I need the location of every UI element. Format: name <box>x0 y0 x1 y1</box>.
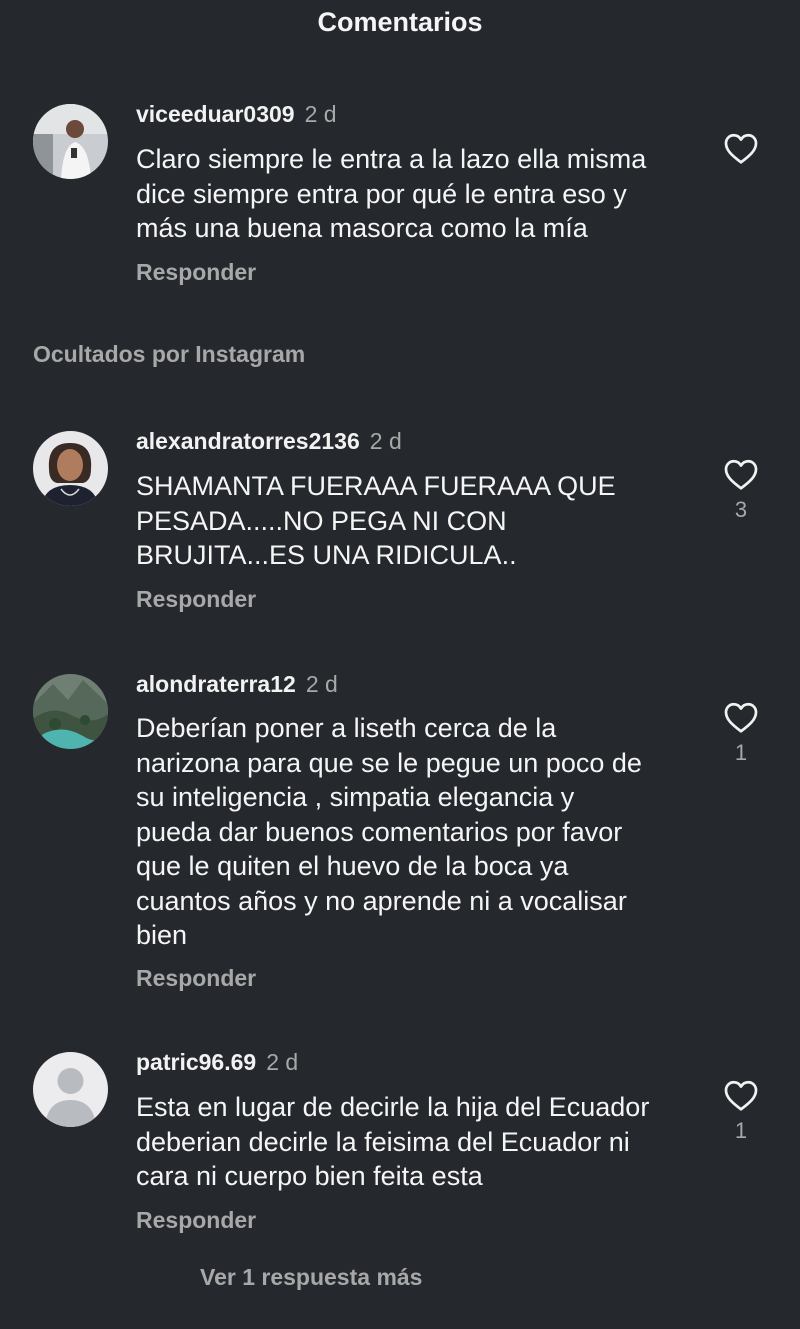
reply-button[interactable]: Responder <box>136 586 256 613</box>
comment-text: Esta en lugar de decirle la hija del Ecu… <box>136 1092 650 1191</box>
comment-text: SHAMANTA FUERAAA FUERAAA QUE PESADA.....… <box>136 471 616 570</box>
comment-timestamp: 2 d <box>304 101 337 127</box>
heart-icon <box>724 1080 758 1111</box>
like-count: 3 <box>734 497 748 522</box>
heart-icon <box>724 702 758 733</box>
like-button[interactable] <box>718 131 764 165</box>
comment-meta: patric96.69 2 d <box>136 1049 298 1076</box>
avatar[interactable] <box>33 1052 108 1127</box>
reply-button[interactable]: Responder <box>136 965 256 992</box>
hidden-comments-label: Ocultados por Instagram <box>33 341 306 367</box>
comment-meta: viceeduar0309 2 d <box>136 101 337 128</box>
comment-timestamp: 2 d <box>305 671 338 697</box>
like-button[interactable]: 3 <box>718 457 764 523</box>
like-button[interactable]: 1 <box>718 700 764 766</box>
avatar[interactable] <box>33 431 108 506</box>
avatar-photo-icon <box>33 104 108 179</box>
comments-header: Comentarios <box>0 0 800 56</box>
comments-sheet: Comentarios viceeduar0309 2 d Claro siemp… <box>0 0 800 1329</box>
default-user-icon <box>33 1052 108 1127</box>
like-count: 1 <box>734 1118 748 1143</box>
comment-timestamp: 2 d <box>266 1049 299 1075</box>
comment-username[interactable]: viceeduar0309 <box>136 101 295 127</box>
page-title: Comentarios <box>317 7 483 37</box>
heart-icon <box>724 459 758 490</box>
heart-icon <box>724 133 758 164</box>
like-button[interactable]: 1 <box>718 1078 764 1144</box>
comment-text: Deberían poner a liseth cerca de la nari… <box>136 713 642 950</box>
comment-username[interactable]: alondraterra12 <box>136 671 296 697</box>
comment-meta: alexandratorres2136 2 d <box>136 428 402 455</box>
reply-button[interactable]: Responder <box>136 259 256 286</box>
reply-button[interactable]: Responder <box>136 1207 256 1234</box>
comment-timestamp: 2 d <box>369 428 402 454</box>
like-count: 1 <box>734 740 748 765</box>
comment-username[interactable]: alexandratorres2136 <box>136 428 360 454</box>
comment-username[interactable]: patric96.69 <box>136 1049 256 1075</box>
avatar-landscape-icon <box>33 674 108 749</box>
comment-meta: alondraterra12 2 d <box>136 671 338 698</box>
avatar[interactable] <box>33 104 108 179</box>
view-more-replies-button[interactable]: Ver 1 respuesta más <box>200 1264 422 1291</box>
avatar[interactable] <box>33 674 108 749</box>
comment-text: Claro siempre le entra a la lazo ella mi… <box>136 144 647 243</box>
avatar-photo-icon <box>33 431 108 506</box>
